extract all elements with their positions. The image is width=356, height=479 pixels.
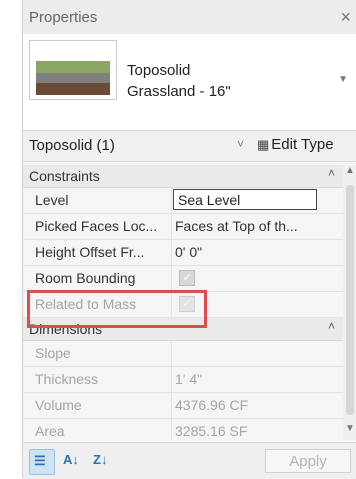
edit-type-button[interactable]: ▦ Edit Type: [257, 136, 334, 153]
properties-panel: Properties × Toposolid Grassland - 16" ▼…: [22, 0, 356, 479]
group-constraints[interactable]: Constraints ˄: [23, 165, 343, 188]
panel-title: Properties: [29, 9, 98, 26]
collapse-icon[interactable]: ˄: [328, 166, 335, 180]
property-row-height-offset[interactable]: Height Offset Fr... 0' 0": [23, 240, 343, 266]
property-key: Area: [35, 423, 65, 439]
room-bounding-checkbox[interactable]: ✓: [179, 270, 195, 286]
property-row-volume: Volume 4376.96 CF: [23, 393, 343, 419]
type-family-name: Toposolid: [127, 62, 191, 79]
sort-descending-button[interactable]: Z↓: [89, 449, 113, 473]
property-key: Room Bounding: [35, 270, 136, 286]
group-label: Constraints: [29, 168, 100, 184]
swatch-layer-middle: [36, 73, 110, 83]
column-divider: [171, 266, 172, 291]
categorized-icon: ☰: [34, 453, 46, 468]
property-row-thickness: Thickness 1' 4": [23, 367, 343, 393]
swatch-layer-top: [36, 61, 110, 73]
property-value: 3285.16 SF: [175, 423, 248, 439]
collapse-icon[interactable]: ˄: [328, 319, 335, 333]
sort-ascending-icon: A↓: [63, 452, 79, 467]
sort-descending-icon: Z↓: [93, 452, 108, 467]
property-row-picked-faces[interactable]: Picked Faces Loc... Faces at Top of th..…: [23, 214, 343, 240]
swatch-layer-bottom: [36, 83, 110, 95]
property-key: Volume: [35, 397, 82, 413]
property-row-level[interactable]: Level Sea Level: [23, 188, 343, 214]
level-field[interactable]: Sea Level: [173, 189, 317, 210]
type-swatch: [29, 40, 117, 100]
property-value: 1' 4": [175, 371, 203, 387]
property-grid-scrollbar[interactable]: ▲ ▼: [343, 165, 356, 440]
property-key: Height Offset Fr...: [35, 244, 145, 260]
instance-filter: Toposolid (1) ˅ ▦ Edit Type: [23, 130, 356, 162]
categorized-view-button[interactable]: ☰: [29, 449, 55, 475]
edit-type-label: Edit Type: [271, 136, 334, 153]
property-key: Level: [35, 192, 69, 208]
scroll-down-icon[interactable]: ▼: [345, 423, 355, 434]
sort-ascending-button[interactable]: A↓: [59, 449, 83, 473]
panel-footer: ☰ A↓ Z↓ Apply: [23, 442, 356, 479]
close-icon[interactable]: ×: [340, 7, 351, 28]
chevron-down-icon[interactable]: ˅: [237, 137, 244, 151]
property-value[interactable]: 0' 0": [175, 244, 341, 260]
column-divider: [171, 214, 172, 239]
column-divider: [171, 419, 172, 440]
column-divider: [171, 188, 172, 213]
type-dropdown-arrow-icon[interactable]: ▼: [338, 74, 348, 85]
property-value: 4376.96 CF: [175, 397, 249, 413]
instance-filter-label[interactable]: Toposolid (1): [29, 137, 115, 154]
property-key: Picked Faces Loc...: [35, 218, 158, 234]
property-row-room-bounding[interactable]: Room Bounding ✓: [23, 266, 343, 292]
column-divider: [171, 393, 172, 418]
title-bar: Properties ×: [23, 0, 356, 35]
apply-button[interactable]: Apply: [265, 449, 351, 473]
property-key: Slope: [35, 345, 71, 361]
type-name: Grassland - 16": [127, 83, 231, 100]
edit-type-icon: ▦: [257, 137, 270, 152]
highlight-box: [27, 290, 207, 328]
scroll-up-icon[interactable]: ▲: [345, 165, 355, 176]
scroll-thumb[interactable]: [346, 185, 354, 415]
property-value[interactable]: Faces at Top of th...: [175, 218, 341, 234]
column-divider: [171, 341, 172, 366]
column-divider: [171, 240, 172, 265]
property-row-slope: Slope: [23, 341, 343, 367]
property-key: Thickness: [35, 371, 99, 387]
column-divider: [171, 367, 172, 392]
property-row-area: Area 3285.16 SF: [23, 419, 343, 440]
